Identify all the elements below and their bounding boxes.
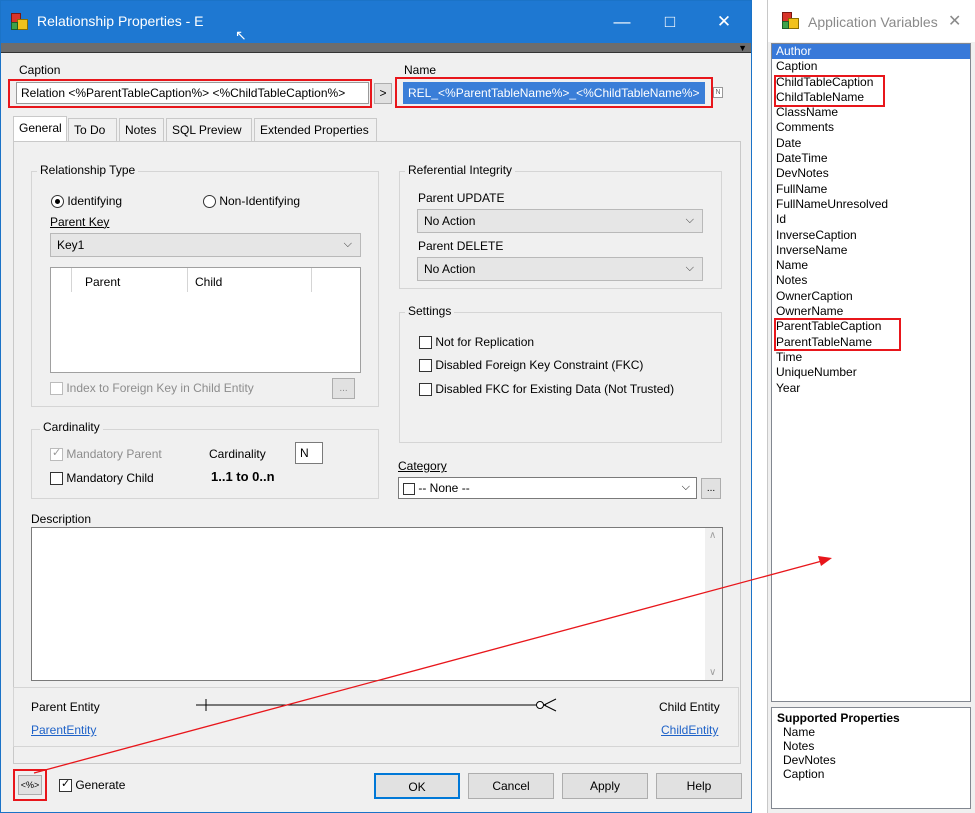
annotation-arrow	[33, 556, 832, 774]
